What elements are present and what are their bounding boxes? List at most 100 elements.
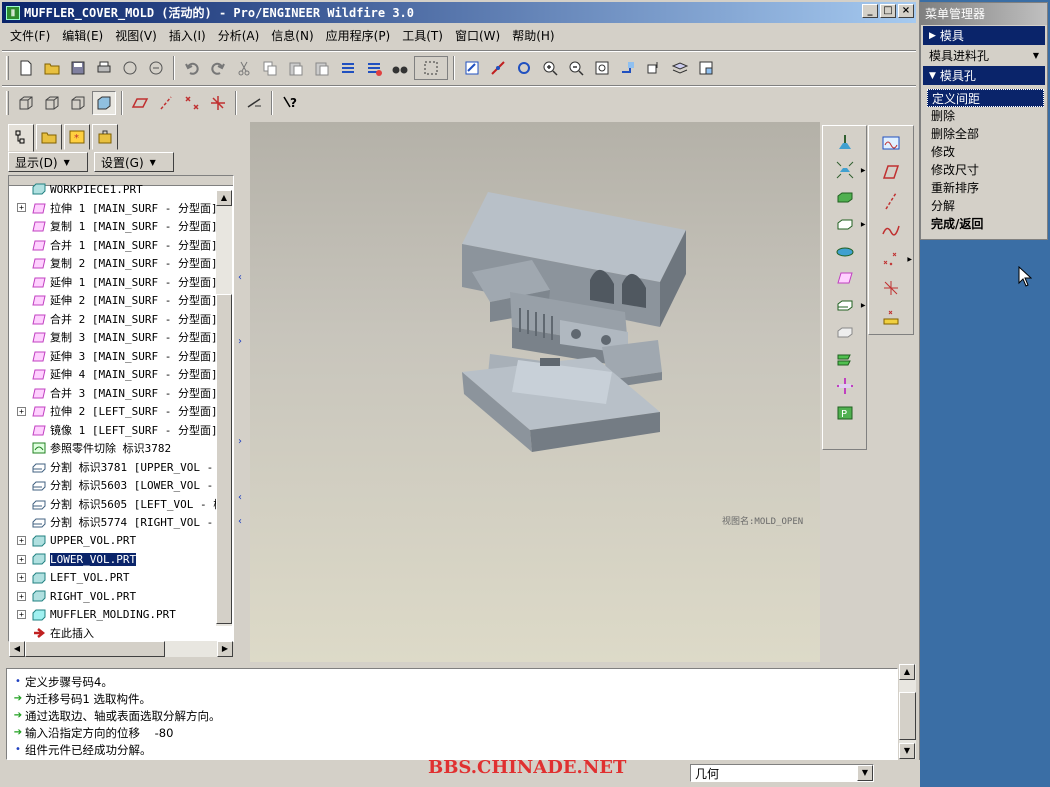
find-binoculars-icon[interactable] xyxy=(388,56,412,80)
menu-info[interactable]: 信息(N) xyxy=(265,26,319,46)
model-tree-vertical-scrollbar[interactable]: ▲ xyxy=(216,190,232,626)
expand-toggle-icon[interactable]: + xyxy=(17,554,26,564)
menu-item-delete[interactable]: 删除 xyxy=(927,107,1044,125)
scroll-up-icon[interactable]: ▲ xyxy=(899,664,915,680)
reorient-icon[interactable] xyxy=(616,56,640,80)
scroll-thumb[interactable] xyxy=(25,641,165,657)
datum-curve-icon[interactable] xyxy=(878,217,904,243)
no-hidden-icon[interactable] xyxy=(66,91,90,115)
tree-row[interactable]: 合并 2 [MAIN_SURF - 分型面] xyxy=(9,310,233,329)
menu-applications[interactable]: 应用程序(P) xyxy=(320,26,397,46)
expand-toggle-icon[interactable]: + xyxy=(17,536,26,546)
menu-view[interactable]: 视图(V) xyxy=(109,26,163,46)
tree-row[interactable]: 合并 3 [MAIN_SURF - 分型面] xyxy=(9,384,233,403)
mold-volume-icon[interactable]: ▶ xyxy=(832,211,866,237)
message-scrollbar[interactable]: ▲ ▼ xyxy=(899,664,916,759)
collapse-arrow-icon[interactable]: ‹ xyxy=(238,492,242,503)
open-folder-icon[interactable] xyxy=(40,56,64,80)
menu-item-explode[interactable]: 分解 xyxy=(927,197,1044,215)
mold-opening-icon[interactable] xyxy=(832,373,858,399)
menu-item-delete-all[interactable]: 删除全部 xyxy=(927,125,1044,143)
settings-menu-button[interactable]: 设置(G) ▼ xyxy=(94,152,174,172)
menu-mold-header[interactable]: ▶ 模具 xyxy=(923,26,1045,45)
tab-folder-browser[interactable] xyxy=(36,124,62,150)
paste-special-icon[interactable] xyxy=(310,56,334,80)
cut-icon[interactable] xyxy=(232,56,256,80)
tree-row[interactable]: 复制 1 [MAIN_SURF - 分型面] xyxy=(9,217,233,236)
menu-insert[interactable]: 插入(I) xyxy=(163,26,212,46)
tree-row[interactable]: 在此插入 xyxy=(9,624,233,641)
collapse-arrow-icon[interactable]: ‹ xyxy=(238,516,242,527)
wireframe-icon[interactable] xyxy=(14,91,38,115)
tab-model-tree[interactable] xyxy=(8,124,34,152)
parting-surface-icon[interactable] xyxy=(832,238,858,264)
workpiece-icon[interactable] xyxy=(832,184,858,210)
copy-icon[interactable] xyxy=(258,56,282,80)
menu-mold-inlet[interactable]: 模具进料孔 ▼ xyxy=(923,46,1045,65)
menu-item-define-spacing[interactable]: 定义间距 xyxy=(927,89,1044,107)
shrinkage-icon[interactable]: ▶ xyxy=(832,157,866,183)
datum-plane-icon[interactable] xyxy=(878,159,904,185)
scroll-up-icon[interactable]: ▲ xyxy=(216,190,232,206)
refpart-layout-icon[interactable] xyxy=(832,130,858,156)
tree-row[interactable]: 复制 3 [MAIN_SURF - 分型面] xyxy=(9,328,233,347)
tree-row[interactable]: 参照零件切除 标识3782 xyxy=(9,439,233,458)
tab-favorites[interactable]: * xyxy=(64,124,90,150)
expand-arrow-icon[interactable]: › xyxy=(238,436,242,447)
menu-item-done-return[interactable]: 完成/返回 xyxy=(927,215,1044,233)
saved-views-icon[interactable] xyxy=(642,56,666,80)
scroll-left-icon[interactable]: ◀ xyxy=(9,641,25,657)
tree-row[interactable]: 延伸 1 [MAIN_SURF - 分型面] xyxy=(9,273,233,292)
datum-csys-icon[interactable] xyxy=(878,275,904,301)
datum-axis-icon[interactable] xyxy=(878,188,904,214)
csys-display-icon[interactable] xyxy=(206,91,230,115)
graphics-window[interactable]: 视图名:MOLD_OPEN xyxy=(250,122,820,662)
datum-plane-display-icon[interactable] xyxy=(128,91,152,115)
tree-row[interactable]: 镜像 1 [LEFT_SURF - 分型面] xyxy=(9,421,233,440)
scroll-thumb[interactable] xyxy=(899,692,916,740)
menu-window[interactable]: 窗口(W) xyxy=(449,26,506,46)
molding-icon[interactable] xyxy=(832,346,858,372)
menu-item-modify[interactable]: 修改 xyxy=(927,143,1044,161)
paste-icon[interactable] xyxy=(284,56,308,80)
undo-icon[interactable] xyxy=(180,56,204,80)
datum-point-icon[interactable]: ▶ xyxy=(878,246,912,272)
selection-filter-dropdown[interactable]: 几何 ▼ xyxy=(690,764,874,782)
layers-icon[interactable] xyxy=(668,56,692,80)
collapse-arrow-icon[interactable]: ‹ xyxy=(238,272,242,283)
menu-item-modify-dim[interactable]: 修改尺寸 xyxy=(927,161,1044,179)
new-file-icon[interactable] xyxy=(14,56,38,80)
shading-icon[interactable] xyxy=(92,91,116,115)
tree-row[interactable]: 复制 2 [MAIN_SURF - 分型面] xyxy=(9,254,233,273)
zoom-in-icon[interactable] xyxy=(538,56,562,80)
close-button[interactable]: × xyxy=(898,4,914,18)
tree-row[interactable]: 延伸 2 [MAIN_SURF - 分型面] xyxy=(9,291,233,310)
show-menu-button[interactable]: 显示(D) ▼ xyxy=(8,152,88,172)
scroll-right-icon[interactable]: ▶ xyxy=(217,641,233,657)
expand-toggle-icon[interactable]: + xyxy=(17,573,26,583)
tree-row[interactable]: + 拉伸 1 [MAIN_SURF - 分型面] xyxy=(9,199,233,218)
expand-toggle-icon[interactable]: + xyxy=(17,406,26,416)
tree-row[interactable]: WORKPIECE1.PRT xyxy=(9,180,233,199)
menu-analysis[interactable]: 分析(A) xyxy=(212,26,266,46)
toolbar-grip[interactable] xyxy=(6,91,9,115)
datum-point-display-icon[interactable] xyxy=(180,91,204,115)
model-tree-horizontal-scrollbar[interactable]: ◀ ▶ xyxy=(9,641,233,657)
redo-icon[interactable] xyxy=(206,56,230,80)
view-manager-icon[interactable] xyxy=(694,56,718,80)
spin-center-icon[interactable] xyxy=(486,56,510,80)
refit-icon[interactable] xyxy=(590,56,614,80)
expand-arrow-icon[interactable]: › xyxy=(238,336,242,347)
annotation-display-icon[interactable] xyxy=(242,91,266,115)
tree-row[interactable]: 延伸 3 [MAIN_SURF - 分型面] xyxy=(9,347,233,366)
expand-toggle-icon[interactable]: + xyxy=(17,610,26,620)
tree-row[interactable]: 合并 1 [MAIN_SURF - 分型面] xyxy=(9,236,233,255)
menu-item-reorder[interactable]: 重新排序 xyxy=(927,179,1044,197)
tab-connections[interactable] xyxy=(92,124,118,150)
analysis-feature-icon[interactable] xyxy=(878,304,904,330)
chevron-down-icon[interactable]: ▼ xyxy=(857,765,873,781)
menu-file[interactable]: 文件(F) xyxy=(4,26,56,46)
tree-row[interactable]: + LOWER_VOL.PRT xyxy=(9,550,233,569)
selection-box-icon[interactable] xyxy=(414,56,448,80)
zoom-out-icon[interactable] xyxy=(564,56,588,80)
